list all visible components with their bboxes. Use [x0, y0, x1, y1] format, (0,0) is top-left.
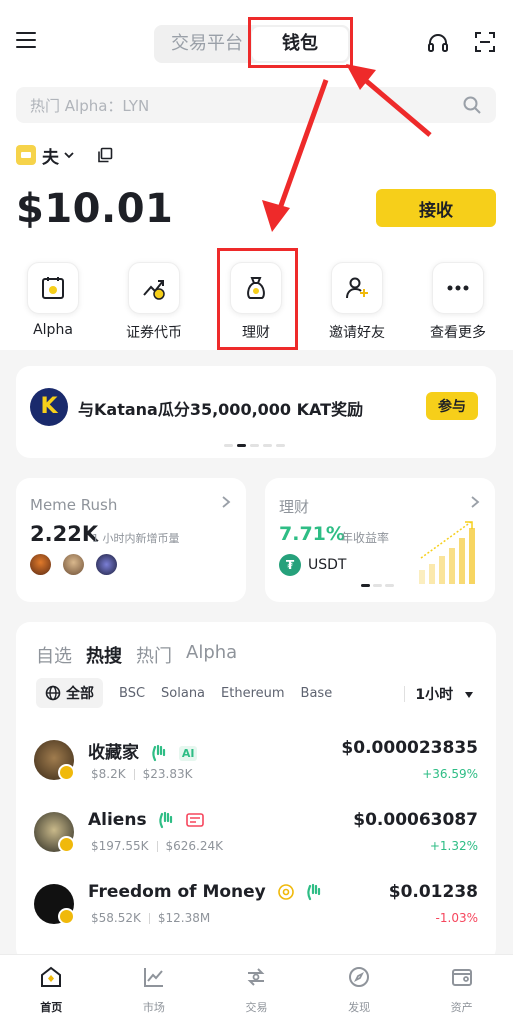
price-change: -1.03% — [435, 911, 478, 925]
chain-filter: 全部 BSC Solana Ethereum Base — [36, 678, 332, 708]
home-icon — [41, 966, 62, 987]
carousel-indicator — [224, 444, 285, 447]
nav-label: 市场 — [142, 1001, 165, 1014]
token-row[interactable]: Aliens $197.55K $626.24K $0.00063087 +1.3… — [34, 810, 478, 870]
nav-label: 交易 — [245, 1001, 268, 1014]
token-name: Aliens — [88, 810, 205, 830]
assets-icon — [451, 969, 472, 986]
chain-all-label: 全部 — [66, 686, 94, 702]
divider — [404, 686, 405, 702]
chain-ethereum[interactable]: Ethereum — [221, 686, 285, 701]
promo-banner[interactable]: K 与Katana瓜分35,000,000 KAT奖励 参与 — [16, 366, 496, 458]
at-icon — [277, 884, 294, 900]
token-name: Freedom of Money — [88, 882, 322, 902]
meme-count: 2.22K — [30, 522, 99, 546]
token-avatar — [30, 554, 51, 575]
volume: $12.38M — [157, 911, 211, 925]
katana-logo: K — [30, 388, 68, 426]
chain-bsc[interactable]: BSC — [119, 686, 145, 701]
nav-market[interactable]: 市场 — [103, 955, 206, 1030]
chevron-right-icon — [471, 496, 480, 508]
chain-base[interactable]: Base — [301, 686, 333, 701]
bsc-chain-icon — [58, 836, 75, 853]
meme-rush-card[interactable]: Meme Rush 2.22K 1 小时内新增币量 — [16, 478, 246, 602]
bsc-chain-icon — [58, 764, 75, 781]
hand-icon — [306, 883, 320, 901]
token-name-text: Freedom of Money — [88, 882, 266, 902]
token-avatar — [63, 554, 84, 575]
time-range-select[interactable]: 1小时 — [415, 684, 474, 704]
tab-hot[interactable]: 热门 — [136, 642, 172, 668]
asset-label: USDT — [308, 557, 347, 573]
token-name: 收藏家 AI — [88, 738, 198, 763]
market-icon — [143, 968, 163, 987]
token-stats: $58.52K $12.38M — [91, 911, 210, 925]
token-list-panel: 自选 热搜 热门 Alpha 全部 BSC Solana Ethereum Ba… — [16, 622, 496, 962]
time-range-label: 1小时 — [415, 687, 454, 703]
apr-value: 7.71% — [279, 523, 345, 545]
trade-icon — [248, 968, 265, 986]
market-cap: $8.2K — [91, 767, 126, 781]
chain-solana[interactable]: Solana — [161, 686, 205, 701]
card-title: Meme Rush — [30, 496, 118, 514]
bsc-chain-icon — [58, 908, 75, 925]
token-row[interactable]: Freedom of Money $58.52K $12.38M $0.01238… — [34, 882, 478, 942]
token-price: $0.01238 — [388, 882, 478, 902]
growth-bars-icon — [419, 521, 475, 584]
ai-tag: AI — [178, 745, 198, 761]
join-button[interactable]: 参与 — [426, 392, 478, 420]
market-cap: $58.52K — [91, 911, 141, 925]
annotation-arrows — [262, 64, 432, 232]
nav-assets[interactable]: 资产 — [410, 955, 513, 1030]
nav-label: 资产 — [450, 1001, 473, 1014]
price-change: +36.59% — [422, 767, 478, 781]
tab-favorites[interactable]: 自选 — [36, 642, 72, 668]
card-indicator — [361, 584, 394, 587]
token-avatar — [96, 554, 117, 575]
token-name-text: 收藏家 — [88, 743, 139, 763]
discover-icon — [349, 967, 370, 987]
card-title: 理财 — [279, 498, 310, 516]
earn-card[interactable]: 理财 7.71% 年收益率 ₮ USDT — [265, 478, 495, 602]
nav-label: 发现 — [348, 1001, 371, 1014]
chevron-right-icon — [222, 496, 231, 508]
token-price: $0.00063087 — [353, 810, 478, 830]
token-price: $0.000023835 — [341, 738, 478, 758]
tab-alpha[interactable]: Alpha — [186, 642, 237, 668]
price-change: +1.32% — [429, 839, 478, 853]
market-cap: $197.55K — [91, 839, 149, 853]
volume: $626.24K — [165, 839, 224, 853]
globe-icon — [45, 685, 61, 701]
token-stats: $197.55K $626.24K — [91, 839, 223, 853]
nav-discover[interactable]: 发现 — [308, 955, 411, 1030]
apr-label: 年收益率 — [341, 531, 390, 545]
usdt-icon: ₮ — [279, 554, 301, 576]
list-tabs: 自选 热搜 热门 Alpha — [36, 642, 237, 668]
hand-icon — [159, 811, 173, 829]
hand-icon — [152, 744, 166, 762]
banner-text: 与Katana瓜分35,000,000 KAT奖励 — [78, 400, 364, 419]
bottom-navigation: 首页 市场 交易 发现 资产 — [0, 954, 513, 1030]
tab-trending-search[interactable]: 热搜 — [86, 642, 122, 668]
volume: $23.83K — [142, 767, 193, 781]
caret-down-icon — [465, 692, 473, 698]
token-name-text: Aliens — [88, 810, 147, 830]
chain-all[interactable]: 全部 — [36, 678, 103, 708]
nav-home[interactable]: 首页 — [0, 955, 103, 1030]
nav-trade[interactable]: 交易 — [205, 955, 308, 1030]
nav-label: 首页 — [40, 1001, 63, 1014]
hot-tag-icon — [186, 813, 205, 827]
meme-sub-label: 1 小时内新增币量 — [92, 532, 180, 545]
token-row[interactable]: 收藏家 AI $8.2K $23.83K $0.000023835 +36.59% — [34, 738, 478, 798]
token-stats: $8.2K $23.83K — [91, 767, 192, 781]
